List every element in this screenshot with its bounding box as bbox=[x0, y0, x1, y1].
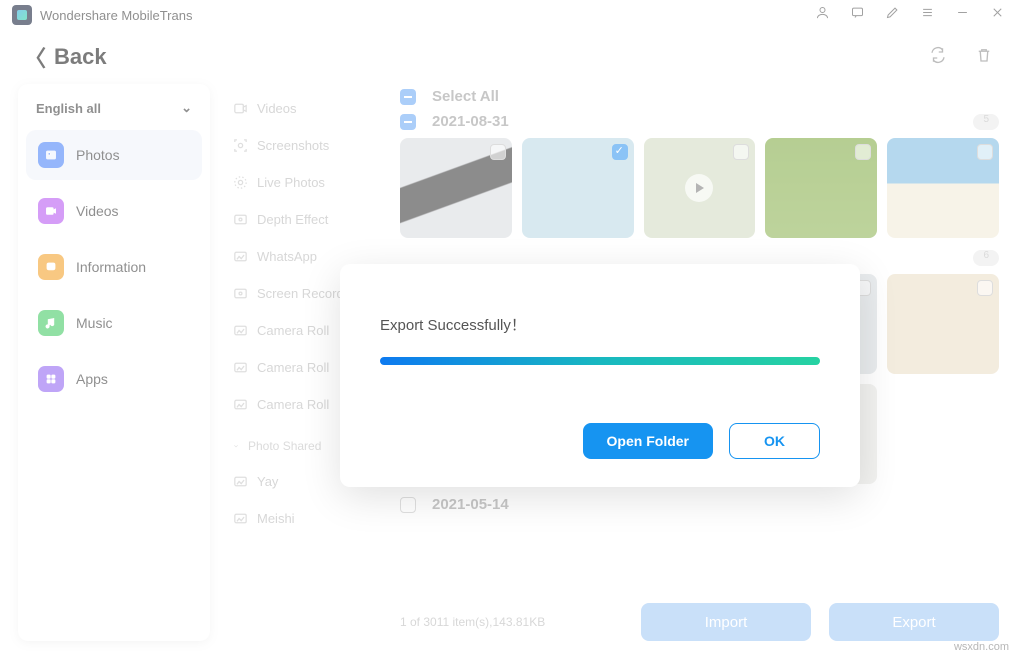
export-success-modal: Export Successfully！ Open Folder OK bbox=[340, 264, 860, 487]
progress-bar bbox=[380, 357, 820, 365]
watermark: wsxdn.com bbox=[954, 641, 1009, 653]
open-folder-button[interactable]: Open Folder bbox=[583, 423, 713, 459]
ok-button[interactable]: OK bbox=[729, 423, 820, 459]
modal-title: Export Successfully！ bbox=[380, 314, 820, 335]
